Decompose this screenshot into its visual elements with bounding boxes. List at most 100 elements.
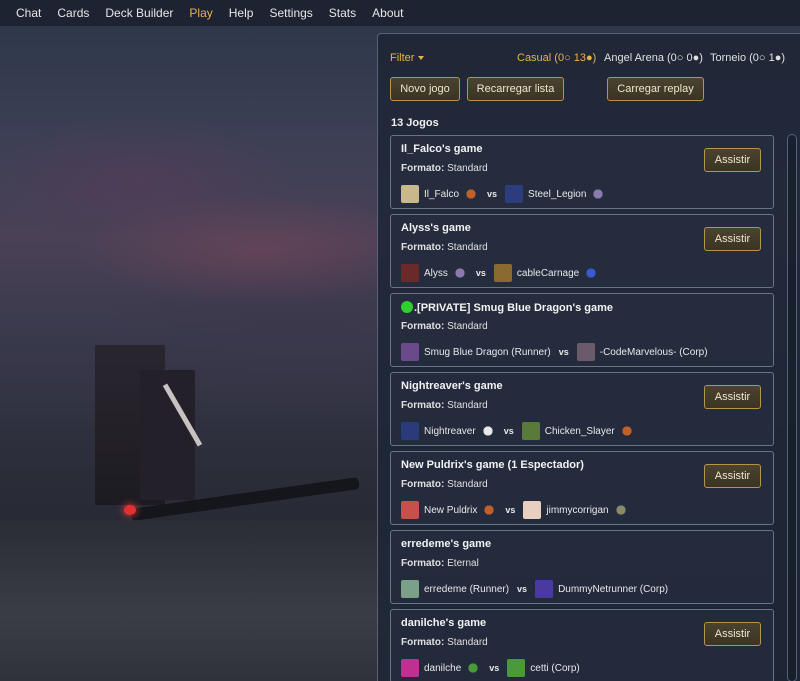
- nav-about[interactable]: About: [364, 6, 411, 20]
- game-players: Alyss vs cableCarnage: [401, 263, 600, 283]
- game-list-panel: Filter Casual (0○ 13●) Angel Arena (0○ 0…: [377, 33, 800, 681]
- format-value: Eternal: [447, 558, 479, 569]
- vs-label: vs: [517, 584, 528, 594]
- player-1-name: Nightreaver: [424, 425, 476, 437]
- vs-label: vs: [475, 268, 486, 278]
- format-label: Formato:: [401, 163, 445, 174]
- scrollbar[interactable]: [787, 134, 797, 681]
- game-count: 13 Jogos: [391, 117, 439, 129]
- nav-cards[interactable]: Cards: [49, 6, 97, 20]
- player-avatar: [576, 343, 595, 361]
- game-row: danilche's game Formato: Standard danilche…: [390, 609, 774, 681]
- game-title: Il_Falco's game: [401, 143, 483, 155]
- background-red-light: [124, 505, 136, 515]
- faction-icon: [590, 186, 607, 202]
- vs-label: vs: [489, 663, 500, 673]
- game-title: danilche's game: [401, 617, 486, 629]
- game-format: Formato: Standard: [401, 163, 488, 174]
- format-value: Standard: [447, 163, 488, 174]
- nav-deck-builder[interactable]: Deck Builder: [97, 6, 181, 20]
- player-2-name: cetti (Corp): [530, 662, 580, 674]
- filter-dropdown[interactable]: Filter: [390, 52, 425, 64]
- player-avatar: [401, 264, 419, 282]
- faction-icon: [583, 265, 600, 281]
- player-1-name: Smug Blue Dragon (Runner): [424, 346, 551, 358]
- player-avatar: [535, 580, 554, 598]
- game-title-text: Il_Falco's game: [401, 143, 483, 155]
- game-players: danilche vs cetti (Corp): [401, 658, 580, 678]
- faction-icon: [479, 423, 496, 439]
- format-value: Standard: [447, 242, 488, 253]
- player-1-name: danilche: [424, 662, 462, 674]
- game-players: New Puldrix vs jimmycorrigan: [401, 500, 629, 520]
- watch-button[interactable]: Assistir: [704, 227, 761, 251]
- nav-help[interactable]: Help: [221, 6, 262, 20]
- game-list: Il_Falco's game Formato: Standard Il_Falco…: [390, 135, 774, 681]
- watch-button[interactable]: Assistir: [704, 385, 761, 409]
- background-ground: [0, 520, 400, 681]
- faction-icon: [618, 423, 635, 439]
- game-row: New Puldrix's game (1 Espectador) Formato…: [390, 451, 774, 525]
- game-row: Il_Falco's game Formato: Standard Il_Falco…: [390, 135, 774, 209]
- watch-button[interactable]: Assistir: [704, 464, 761, 488]
- player-avatar: [523, 501, 542, 519]
- nav-stats[interactable]: Stats: [321, 6, 364, 20]
- format-value: Standard: [447, 479, 488, 490]
- game-players: Nightreaver vs Chicken_Slayer: [401, 421, 635, 441]
- game-title: .[PRIVATE] Smug Blue Dragon's game: [401, 301, 613, 314]
- nav-play[interactable]: Play: [181, 6, 220, 20]
- player-1-name: erredeme (Runner): [424, 583, 510, 595]
- nav-chat[interactable]: Chat: [8, 6, 49, 20]
- vs-label: vs: [558, 347, 569, 357]
- player-avatar: [401, 422, 419, 440]
- game-title-text: Alyss's game: [401, 222, 471, 234]
- player-2-name: DummyNetrunner (Corp): [558, 583, 669, 595]
- player-2-name: cableCarnage: [516, 267, 580, 279]
- player-2-name: Chicken_Slayer: [544, 425, 615, 437]
- tab-torneio[interactable]: Torneio (0○ 1●): [710, 52, 785, 64]
- load-replay-button[interactable]: Carregar replay: [607, 77, 704, 101]
- faction-icon: [463, 186, 480, 202]
- player-avatar: [401, 185, 419, 203]
- player-1-name: Il_Falco: [424, 188, 460, 200]
- player-2-name: jimmycorrigan: [546, 504, 609, 516]
- faction-icon: [465, 660, 482, 676]
- tab-angel-arena[interactable]: Angel Arena (0○ 0●): [604, 52, 703, 64]
- format-label: Formato:: [401, 400, 445, 411]
- format-label: Formato:: [401, 558, 445, 569]
- tab-casual[interactable]: Casual (0○ 13●): [517, 52, 596, 64]
- faction-icon: [612, 502, 629, 518]
- game-format: Formato: Standard: [401, 321, 488, 332]
- game-row: .[PRIVATE] Smug Blue Dragon's game Format…: [390, 293, 774, 367]
- player-avatar: [507, 659, 526, 677]
- caret-down-icon: [418, 56, 425, 61]
- player-avatar: [493, 264, 512, 282]
- reload-list-button[interactable]: Recarregar lista: [467, 77, 564, 101]
- game-format: Formato: Eternal: [401, 558, 479, 569]
- player-avatar: [401, 343, 419, 361]
- private-status-dot-icon: [401, 301, 413, 313]
- new-game-button[interactable]: Novo jogo: [390, 77, 460, 101]
- game-format: Formato: Standard: [401, 400, 488, 411]
- format-label: Formato:: [401, 242, 445, 253]
- game-title: erredeme's game: [401, 538, 491, 550]
- watch-button[interactable]: Assistir: [704, 622, 761, 646]
- game-title-text: Nightreaver's game: [401, 380, 503, 392]
- game-title: Nightreaver's game: [401, 380, 503, 392]
- player-2-name: Steel_Legion: [528, 188, 587, 200]
- player-avatar: [521, 422, 540, 440]
- watch-button[interactable]: Assistir: [704, 148, 761, 172]
- game-title-text: .[PRIVATE] Smug Blue Dragon's game: [414, 302, 614, 314]
- player-2-name: -CodeMarvelous- (Corp): [599, 346, 708, 358]
- vs-label: vs: [487, 189, 498, 199]
- format-value: Standard: [447, 400, 488, 411]
- player-1-name: New Puldrix: [424, 504, 478, 516]
- format-label: Formato:: [401, 637, 445, 648]
- nav-settings[interactable]: Settings: [261, 6, 320, 20]
- player-avatar: [401, 580, 419, 598]
- faction-icon: [481, 502, 498, 518]
- panel-header: Filter Casual (0○ 13●) Angel Arena (0○ 0…: [390, 52, 792, 68]
- player-avatar: [401, 501, 419, 519]
- player-avatar: [505, 185, 524, 203]
- format-value: Standard: [447, 321, 488, 332]
